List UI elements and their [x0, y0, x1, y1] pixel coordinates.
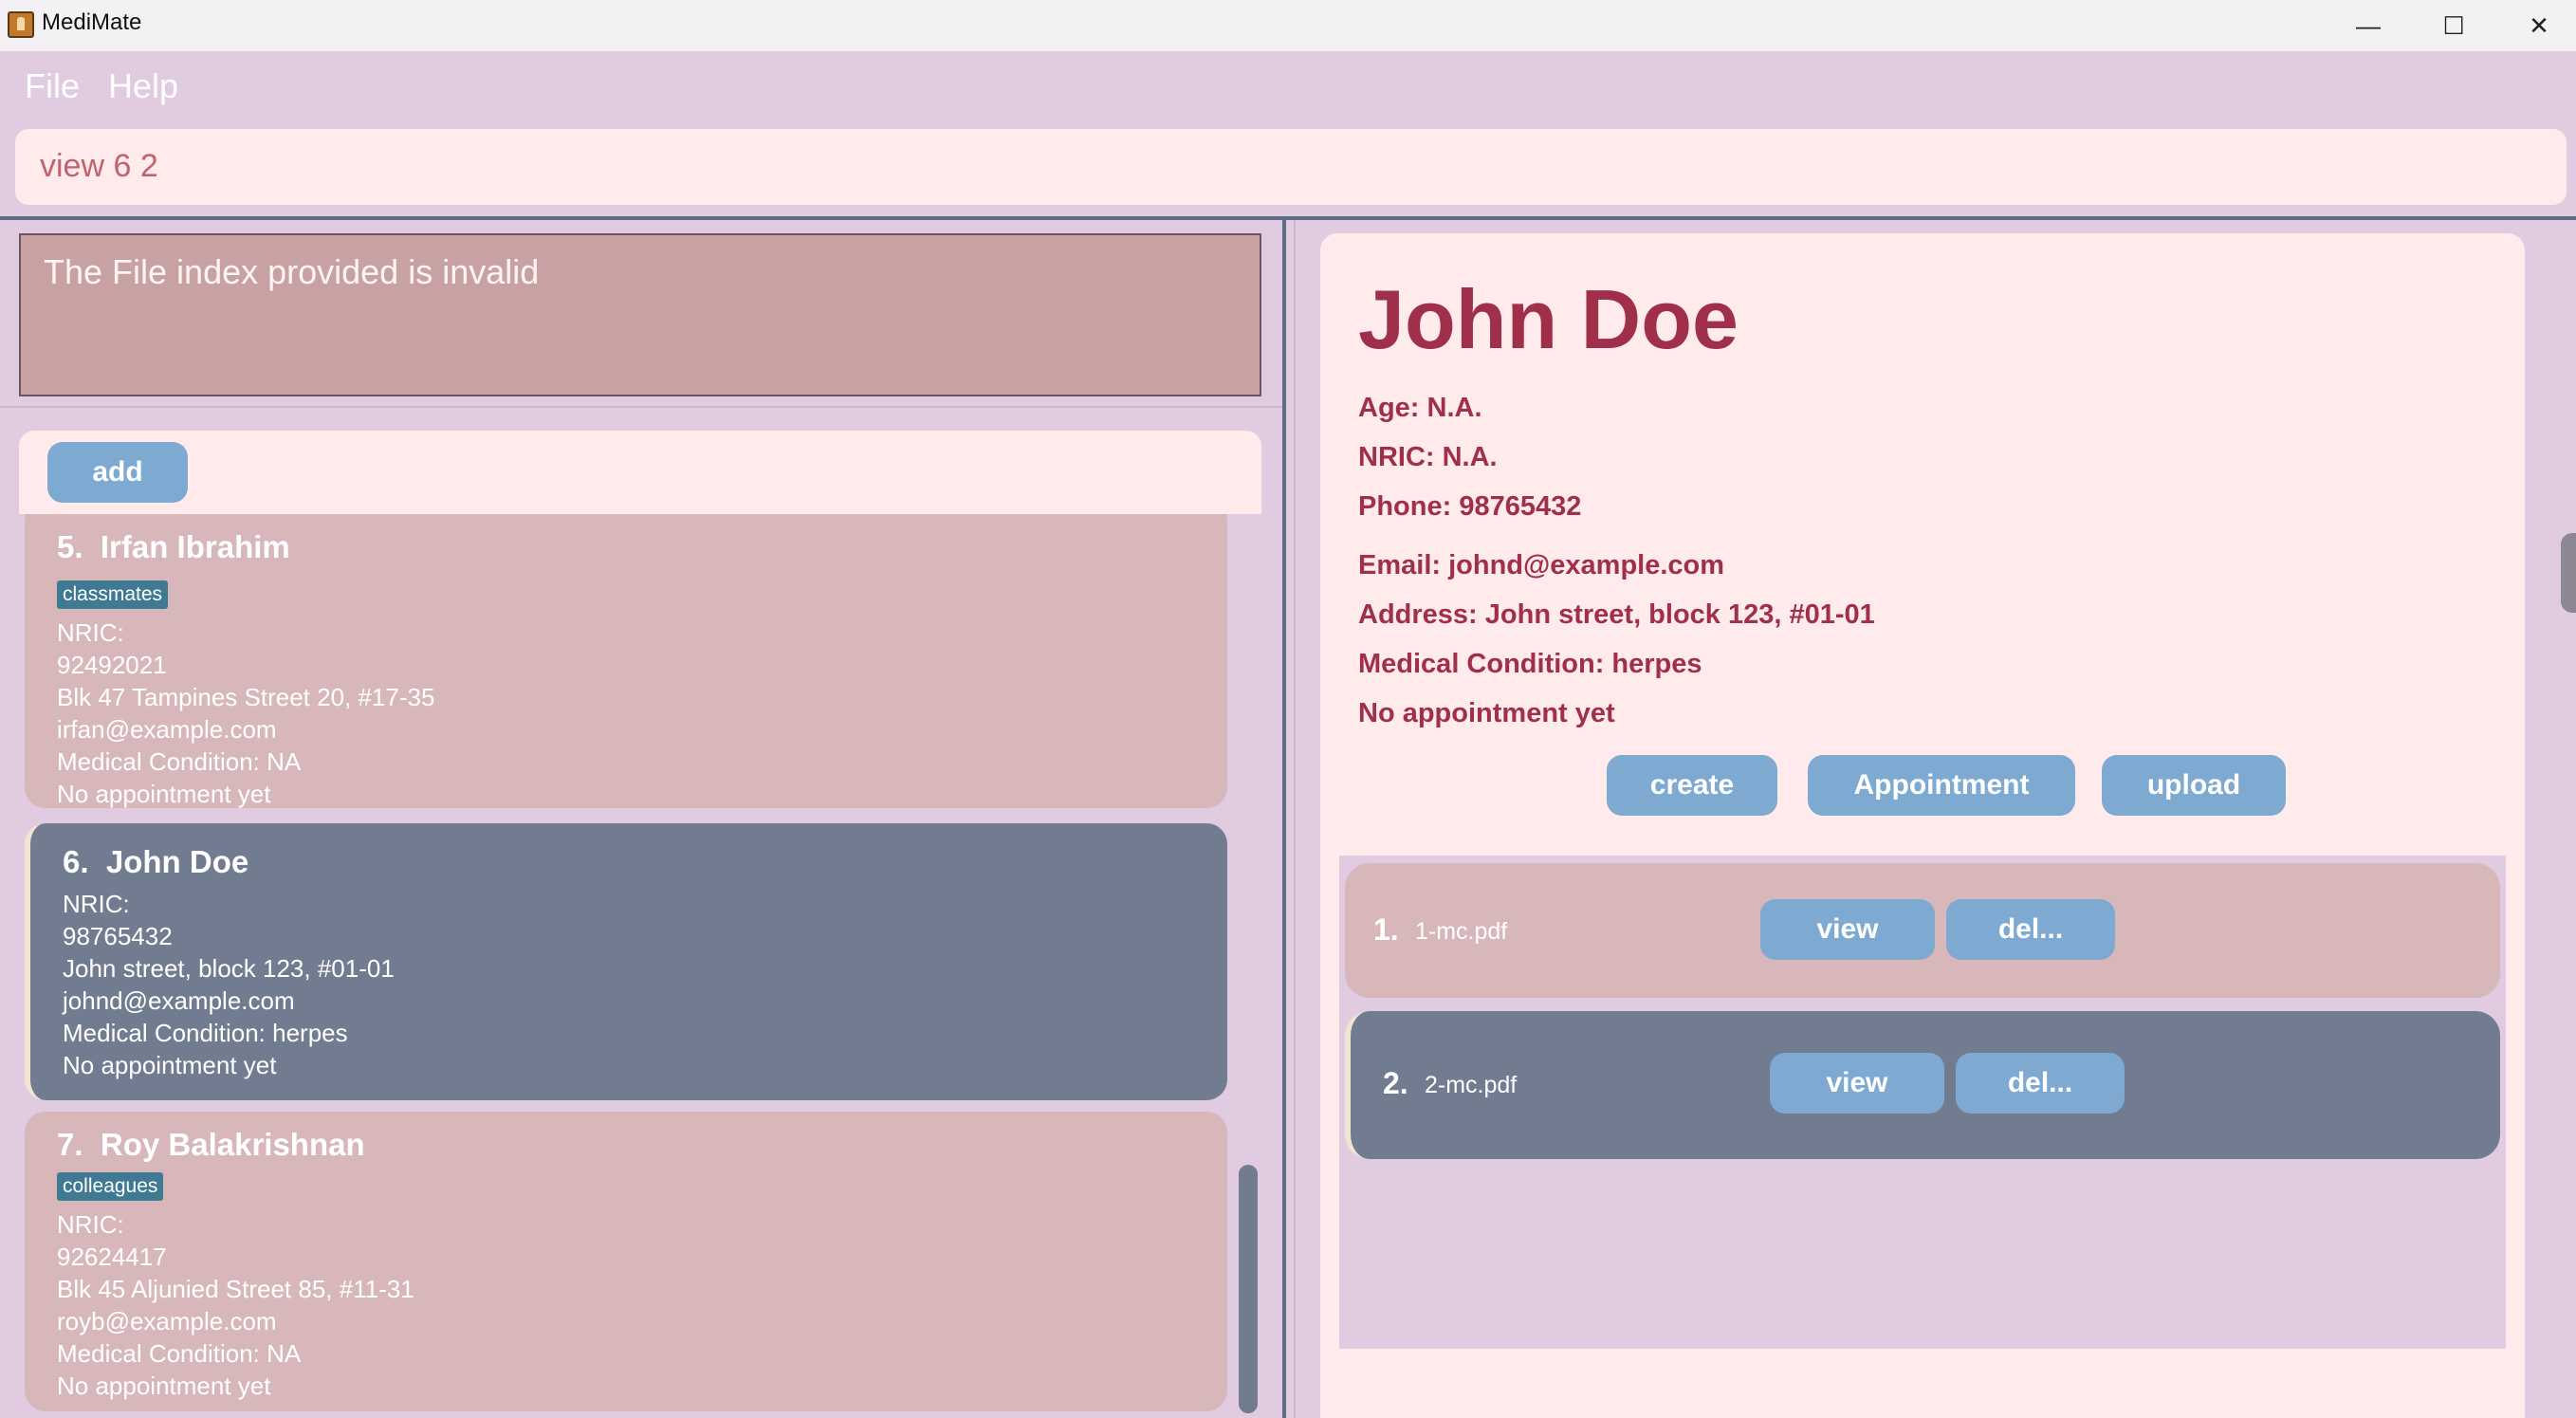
- email-text: royb@example.com: [57, 1307, 277, 1335]
- upload-button[interactable]: upload: [2102, 755, 2286, 816]
- divider: [1294, 220, 1296, 1418]
- app-icon: [8, 11, 34, 38]
- tag-badge: classmates: [57, 580, 169, 609]
- detail-condition: Medical Condition: herpes: [1358, 649, 1702, 679]
- detail-name: John Doe: [1358, 272, 1739, 366]
- person-card[interactable]: 5. Irfan Ibrahim classmates NRIC: 924920…: [25, 514, 1227, 808]
- view-file-button[interactable]: view: [1760, 899, 1935, 960]
- address-text: John street, block 123, #01-01: [63, 954, 395, 983]
- condition-text: Medical Condition: NA: [57, 1339, 302, 1368]
- phone-text: 92492021: [57, 651, 167, 679]
- window-title: MediMate: [42, 9, 142, 35]
- left-pane: The File index provided is invalid add 5…: [0, 220, 1282, 1418]
- appointment-text: No appointment yet: [57, 1372, 271, 1400]
- condition-text: Medical Condition: NA: [57, 747, 302, 776]
- tag-badge: colleagues: [57, 1172, 164, 1201]
- menu-help[interactable]: Help: [108, 66, 178, 106]
- menu-file[interactable]: File: [25, 66, 80, 106]
- maximize-button[interactable]: ☐: [2411, 0, 2496, 51]
- file-list: 1. 1-mc.pdf view del... 2. 2-mc.pdf view…: [1339, 856, 2506, 1349]
- phone-text: 98765432: [63, 922, 173, 950]
- delete-file-button[interactable]: del...: [1956, 1053, 2125, 1114]
- minimize-button[interactable]: —: [2326, 0, 2411, 51]
- file-row[interactable]: 1. 1-mc.pdf view del...: [1345, 863, 2500, 998]
- file-name: 2-mc.pdf: [1425, 1072, 1518, 1098]
- split-divider[interactable]: [1282, 220, 1286, 1418]
- email-text: irfan@example.com: [57, 715, 277, 744]
- menu-bar: File Help: [0, 51, 2576, 127]
- result-display: The File index provided is invalid: [19, 233, 1261, 396]
- delete-file-button[interactable]: del...: [1946, 899, 2115, 960]
- detail-nric: NRIC: N.A.: [1358, 442, 1498, 472]
- detail-appointment: No appointment yet: [1358, 698, 1615, 728]
- command-input[interactable]: view 6 2: [15, 129, 2567, 205]
- detail-address: Address: John street, block 123, #01-01: [1358, 599, 1875, 630]
- add-toolbar: add: [19, 431, 1261, 514]
- list-scrollbar[interactable]: [1239, 1165, 1258, 1413]
- detail-email: Email: johnd@example.com: [1358, 550, 1725, 580]
- person-card[interactable]: 7. Roy Balakrishnan colleagues NRIC: 926…: [25, 1112, 1227, 1411]
- file-name: 1-mc.pdf: [1415, 918, 1508, 945]
- title-bar: MediMate — ☐ ✕: [0, 0, 2576, 51]
- result-message: The File index provided is invalid: [44, 252, 540, 291]
- file-index: 2.: [1383, 1066, 1408, 1100]
- email-text: johnd@example.com: [63, 986, 295, 1015]
- address-text: Blk 47 Tampines Street 20, #17-35: [57, 683, 435, 711]
- nric-label: NRIC:: [57, 618, 124, 647]
- person-name: 5. Irfan Ibrahim: [57, 529, 290, 564]
- nric-label: NRIC:: [63, 890, 130, 918]
- detail-age: Age: N.A.: [1358, 393, 1482, 423]
- panel-resize-handle[interactable]: [2561, 533, 2576, 613]
- view-file-button[interactable]: view: [1770, 1053, 1944, 1114]
- person-card-selected[interactable]: 6. John Doe NRIC: 98765432 John street, …: [25, 823, 1227, 1100]
- nric-label: NRIC:: [57, 1210, 124, 1239]
- condition-text: Medical Condition: herpes: [63, 1019, 348, 1047]
- address-text: Blk 45 Aljunied Street 85, #11-31: [57, 1275, 414, 1303]
- add-button[interactable]: add: [47, 442, 188, 503]
- create-button[interactable]: create: [1607, 755, 1777, 816]
- close-button[interactable]: ✕: [2496, 0, 2576, 51]
- appointment-text: No appointment yet: [57, 780, 271, 808]
- command-text: view 6 2: [40, 148, 158, 184]
- appointment-text: No appointment yet: [63, 1051, 277, 1079]
- person-detail-panel: John Doe Age: N.A. NRIC: N.A. Phone: 987…: [1320, 233, 2525, 1418]
- person-name: 7. Roy Balakrishnan: [57, 1127, 365, 1162]
- appointment-button[interactable]: Appointment: [1808, 755, 2075, 816]
- person-name: 6. John Doe: [63, 844, 249, 879]
- person-list: 5. Irfan Ibrahim classmates NRIC: 924920…: [19, 514, 1261, 1418]
- phone-text: 92624417: [57, 1243, 167, 1271]
- divider: [0, 406, 1282, 408]
- file-row-selected[interactable]: 2. 2-mc.pdf view del...: [1345, 1011, 2500, 1159]
- detail-phone: Phone: 98765432: [1358, 491, 1582, 522]
- file-index: 1.: [1373, 912, 1399, 947]
